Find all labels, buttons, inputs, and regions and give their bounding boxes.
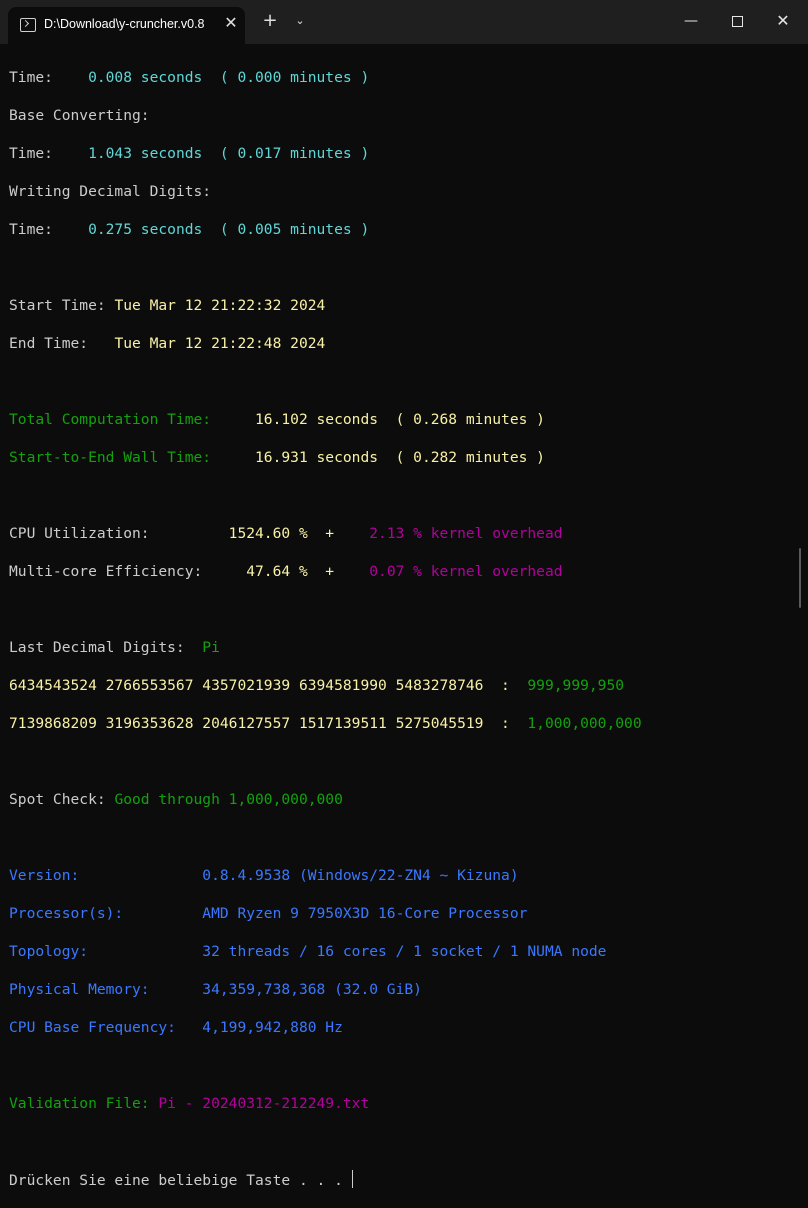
terminal-line: Time: 1.043 seconds ( 0.017 minutes ) (9, 145, 370, 162)
terminal-line: Processor(s): AMD Ryzen 9 7950X3D 16-Cor… (9, 905, 528, 922)
terminal-line: Version: 0.8.4.9538 (Windows/22-ZN4 ~ Ki… (9, 867, 519, 884)
terminal-line: Physical Memory: 34,359,738,368 (32.0 Gi… (9, 981, 422, 998)
terminal-line: Last Decimal Digits: Pi (9, 639, 220, 656)
scrollbar[interactable] (799, 548, 801, 608)
title-bar: D:\Download\y-cruncher.v0.8 ✕ + ⌄ — ✕ (0, 0, 808, 44)
terminal-line: 7139868209 3196353628 2046127557 1517139… (9, 715, 642, 732)
maximize-button[interactable] (714, 0, 760, 44)
maximize-icon (731, 16, 743, 27)
tab-title: D:\Download\y-cruncher.v0.8 (44, 17, 205, 31)
new-tab-button[interactable]: + (260, 11, 280, 31)
close-button[interactable]: ✕ (760, 0, 806, 44)
terminal-line: Start Time: Tue Mar 12 21:22:32 2024 (9, 297, 326, 314)
terminal-line: 6434543524 2766553567 4357021939 6394581… (9, 677, 625, 694)
terminal-line: Base Converting: (9, 107, 150, 124)
terminal-line: Time: 0.275 seconds ( 0.005 minutes ) (9, 221, 370, 238)
text-cursor (351, 1170, 354, 1188)
terminal-line: Spot Check: Good through 1,000,000,000 (9, 791, 343, 808)
tab-close-icon[interactable]: ✕ (222, 14, 240, 32)
terminal-line: Multi-core Efficiency: 47.64 % + 0.07 % … (9, 563, 563, 580)
terminal-line: Start-to-End Wall Time: 16.931 seconds (… (9, 449, 545, 466)
terminal-line: Topology: 32 threads / 16 cores / 1 sock… (9, 943, 607, 960)
terminal-line: CPU Base Frequency: 4,199,942,880 Hz (9, 1019, 343, 1036)
terminal-tab[interactable]: D:\Download\y-cruncher.v0.8 ✕ (8, 7, 245, 44)
minimize-button[interactable]: — (668, 0, 714, 44)
terminal-line: Validation File: Pi - 20240312-212249.tx… (9, 1095, 370, 1112)
terminal-line: Writing Decimal Digits: (9, 183, 212, 200)
chevron-down-icon[interactable]: ⌄ (290, 11, 310, 31)
terminal-line: Time: 0.008 seconds ( 0.000 minutes ) (9, 69, 370, 86)
terminal-line: End Time: Tue Mar 12 21:22:48 2024 (9, 335, 326, 352)
terminal-prompt: Drücken Sie eine beliebige Taste . . . (9, 1170, 354, 1189)
terminal-icon (20, 18, 36, 32)
terminal-line: CPU Utilization: 1524.60 % + 2.13 % kern… (9, 525, 563, 542)
terminal-line: Total Computation Time: 16.102 seconds (… (9, 411, 545, 428)
terminal-output[interactable]: Time: 0.008 seconds ( 0.000 minutes ) Ba… (9, 49, 799, 1189)
